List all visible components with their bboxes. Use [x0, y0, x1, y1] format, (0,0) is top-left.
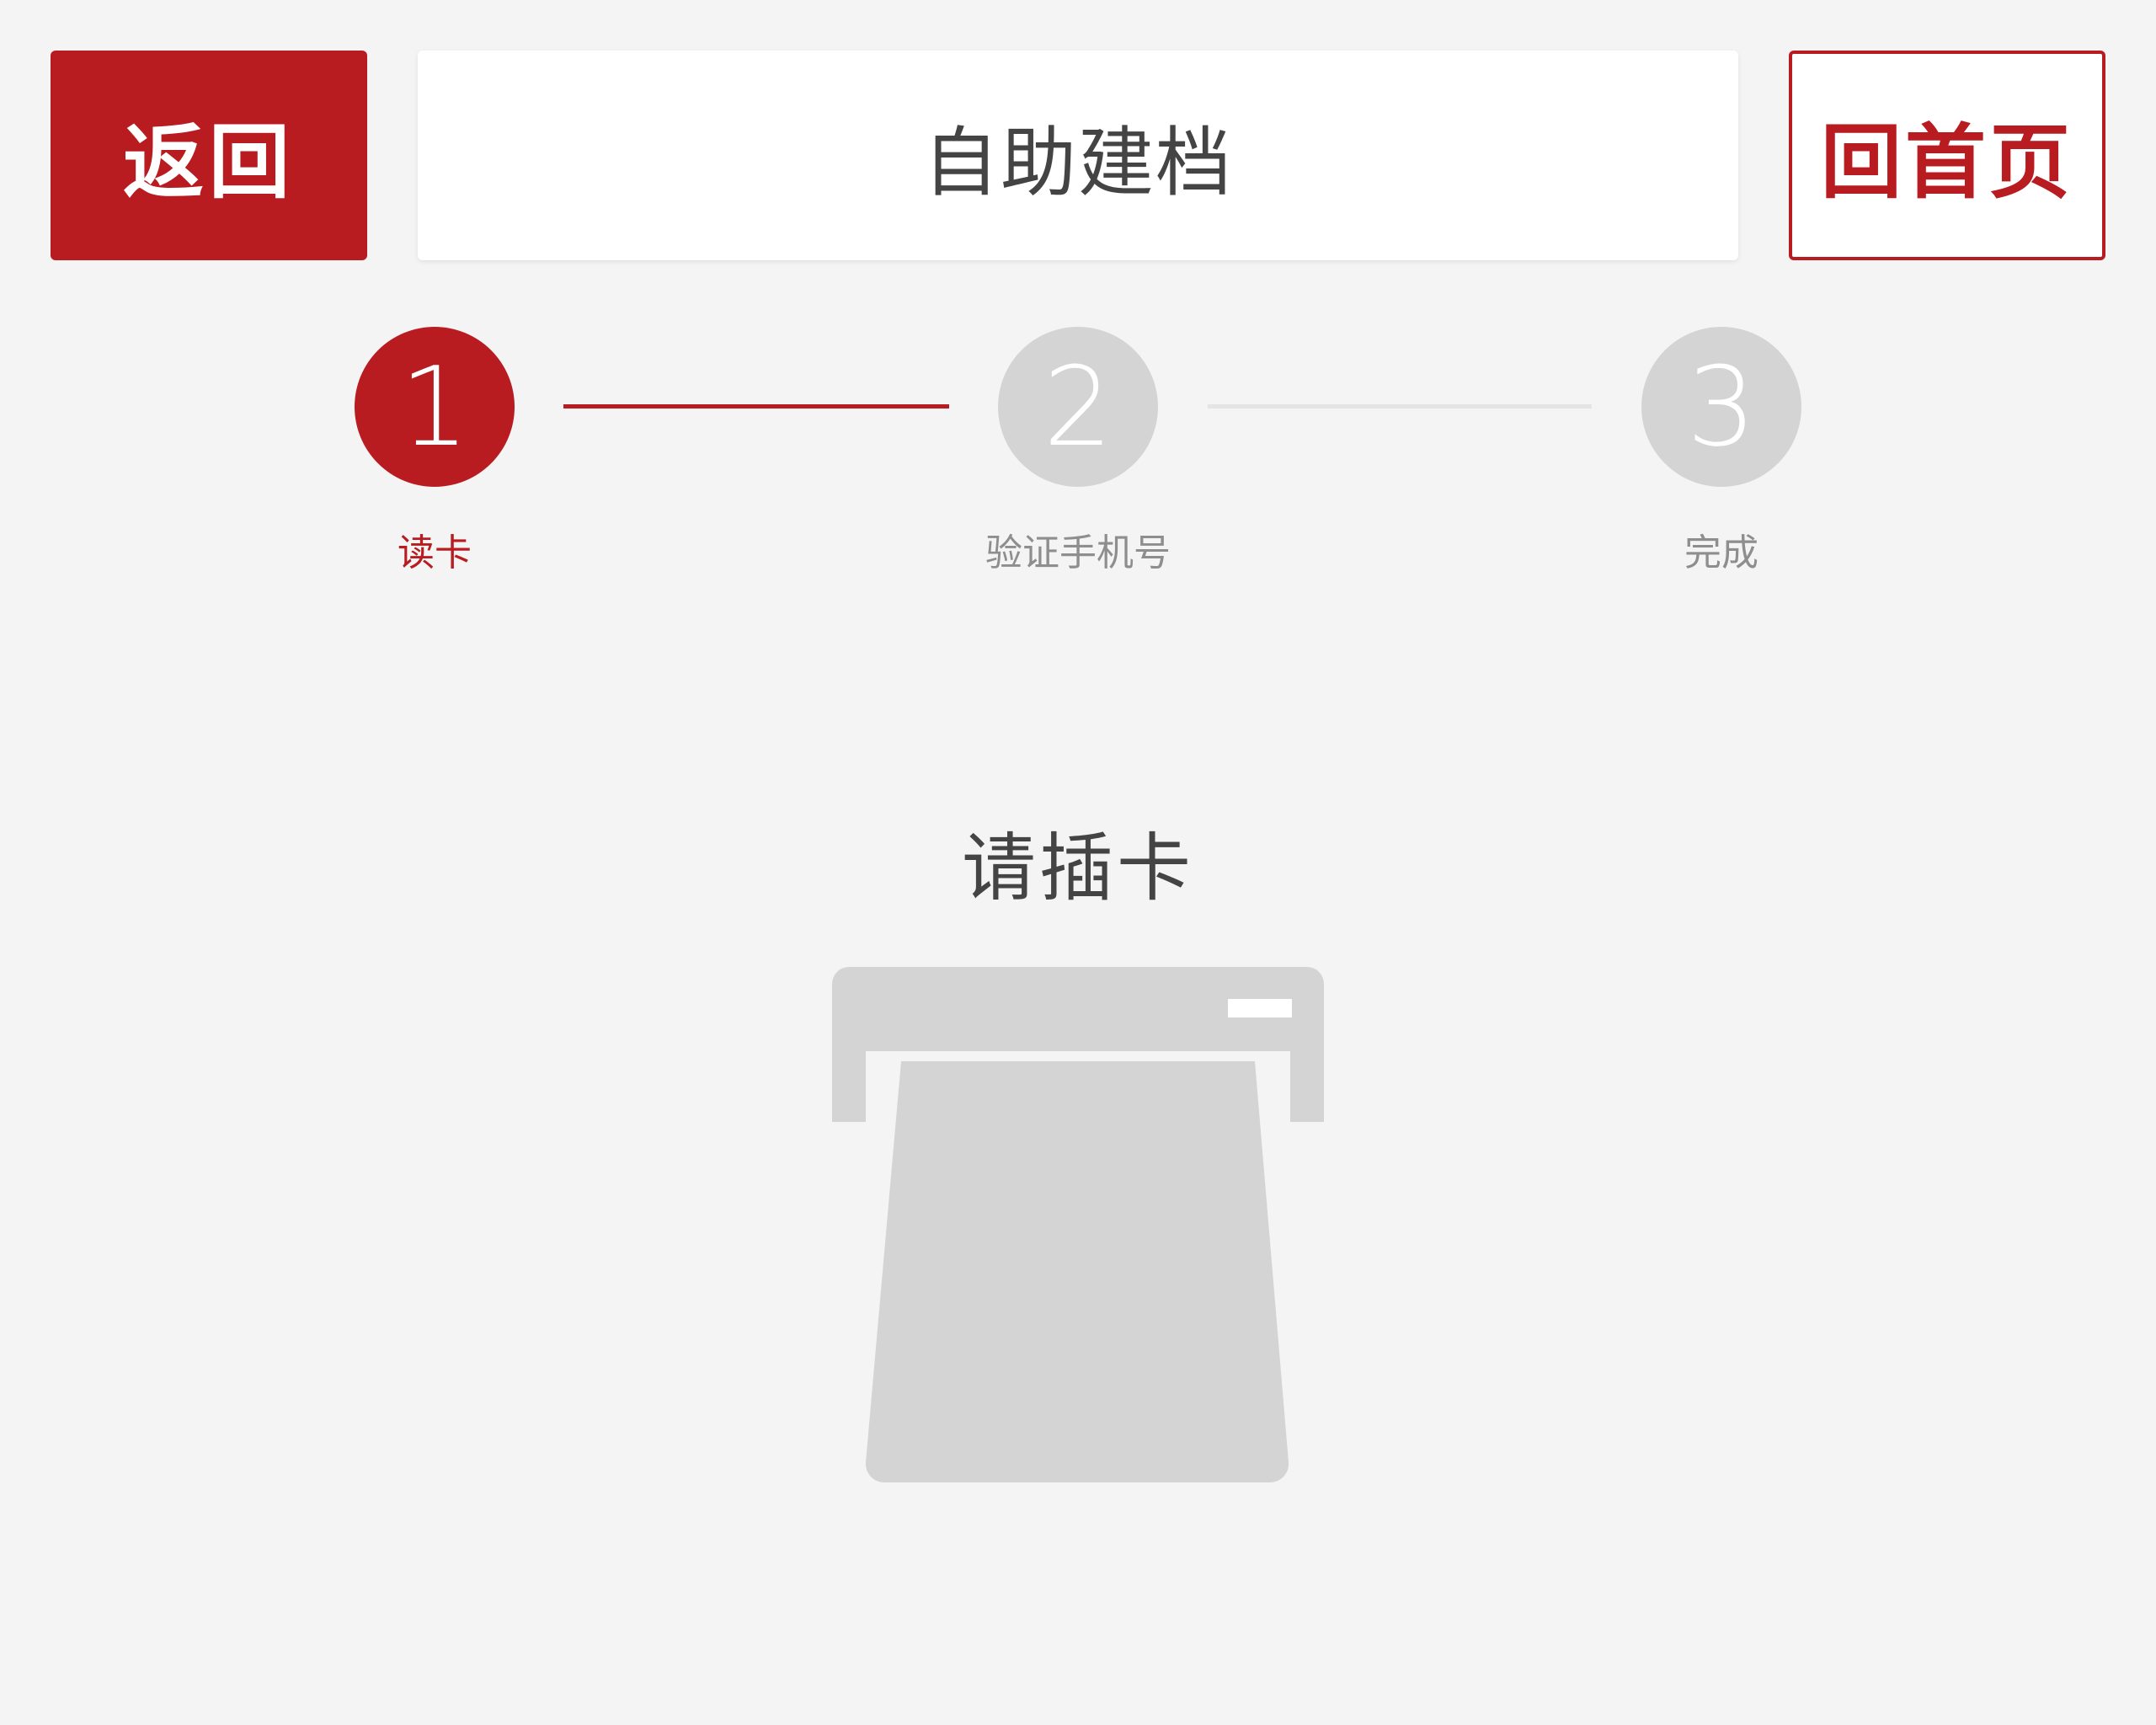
- step-1-number: 1: [399, 343, 470, 471]
- step-3-number: 3: [1686, 343, 1757, 471]
- step-connector-2: [1208, 404, 1592, 409]
- step-1-circle: 1: [355, 327, 515, 487]
- step-2-label: 验证手机号: [985, 531, 1171, 574]
- step-3-circle: 3: [1641, 327, 1801, 487]
- page-title-bar: 自助建档: [418, 51, 1738, 260]
- step-1-label: 读卡: [398, 531, 472, 574]
- home-button[interactable]: 回首页: [1789, 51, 2105, 260]
- progress-steps: 1 读卡 2 验证手机号 3 完成: [0, 320, 2156, 590]
- step-3-label: 完成: [1684, 531, 1758, 574]
- step-2-number: 2: [1043, 343, 1113, 471]
- card-reader-icon: [832, 967, 1324, 1483]
- step-connector-1: [563, 404, 949, 409]
- page-title: 自助建档: [923, 118, 1233, 207]
- step-2-circle: 2: [998, 327, 1158, 487]
- header: 返回 自助建档 回首页: [0, 0, 2156, 270]
- back-button[interactable]: 返回: [51, 51, 367, 260]
- insert-card-prompt: 请插卡: [961, 825, 1194, 911]
